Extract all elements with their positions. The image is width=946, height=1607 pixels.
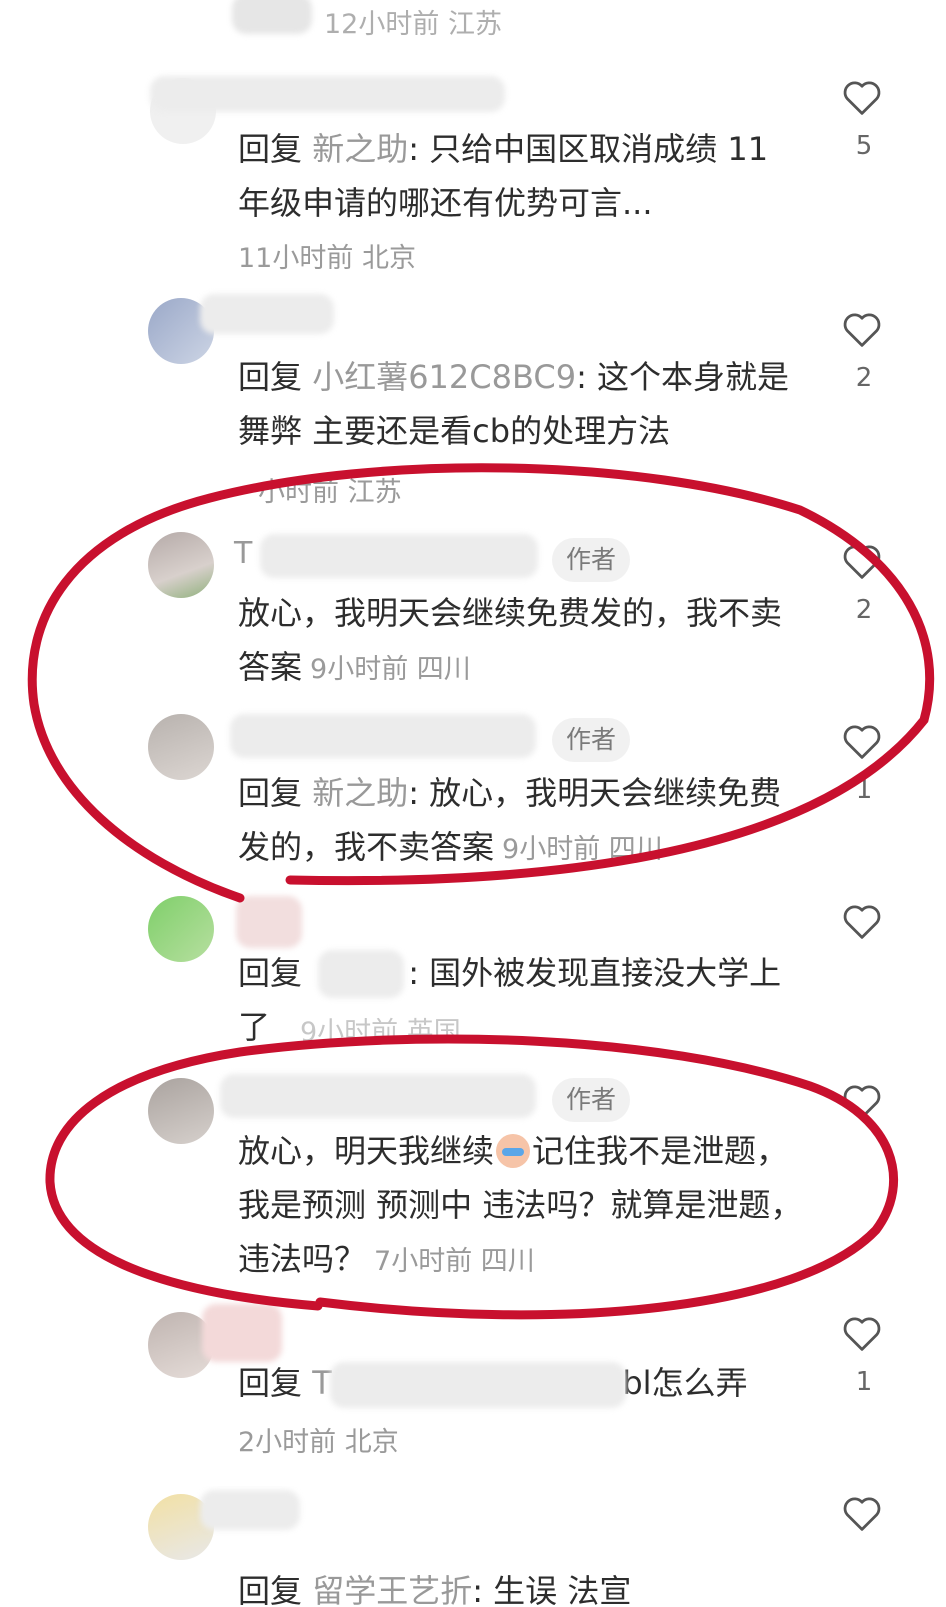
heart-outline-icon[interactable] [841,722,883,760]
comment-body: 回复 新之助: 放心，我明天会继续免费发的，我不卖答案 9小时前 四川 [238,774,782,866]
heart-outline-icon[interactable] [841,310,883,348]
comment-body: 回复 小红薯612C8BC9: 这个本身就是舞弊 主要还是看cb的处理方法 [238,358,790,450]
heart-outline-icon[interactable] [841,1082,883,1120]
comment-item: 回复 : 国外被发现直接没大学上了 9小时前 英国 [0,890,946,1050]
blurred-username [236,896,302,948]
author-badge: 作者 [552,1078,631,1122]
username-fragment[interactable]: T [234,536,252,571]
comment-meta: 12小时前 江苏 [324,9,502,40]
comment-text-part: 放心，明天我继续 [238,1132,495,1170]
heart-outline-icon[interactable] [841,542,883,580]
comment-text: bl怎么弄 [622,1364,748,1402]
blurred-username [200,1490,300,1530]
reply-target-user[interactable]: 新之助 [312,774,408,812]
blurred-username [200,294,334,334]
reply-target-user[interactable]: 留学王艺折 [312,1572,472,1607]
reply-label: 回复 [238,130,303,168]
comment-meta: 9小时前 四川 [310,654,471,685]
reply-target-user[interactable]: 新之助 [312,130,408,168]
comment-meta: 9小时前 英国 [300,1017,461,1048]
comment-item: 回复 T bl怎么弄 2小时前 北京 [0,1304,946,1474]
comment-text: 生误 法宣 [493,1572,632,1607]
like-count: 1 [855,1367,873,1397]
heart-outline-icon[interactable] [841,1494,883,1532]
comment-meta: 11小时前 北京 [238,243,416,274]
heart-outline-icon[interactable] [841,1314,883,1352]
comment-body: 放心，明天我继续 记住我不是泄题，我是预测 预测中 违法吗？就算是泄题，违法吗？ 7… [238,1124,808,1289]
comment-item: T 作者 放心，我明天会继续免费发的，我不卖答案 9小时前 四川 [0,526,946,696]
blurred-username [260,534,538,578]
avatar[interactable] [148,714,214,780]
avatar[interactable] [148,1078,214,1144]
reply-label: 回复 [238,358,303,396]
comment-item: 12小时前 江苏 [0,0,946,40]
blurred-username [150,76,505,112]
blurred-text [232,0,312,34]
comment-meta: 小时前 江苏 [258,477,402,508]
comment-body: 放心，我明天会继续免费发的，我不卖答案 9小时前 四川 [238,586,798,697]
reply-target-user[interactable]: 小红薯612C8BC9 [312,358,576,396]
reply-label: 回复 [238,1572,303,1607]
blurred-username [220,1074,536,1118]
like-count: 2 [855,363,873,393]
blurred-username [202,1304,282,1362]
avatar[interactable] [148,896,214,962]
like-count: 2 [855,595,873,625]
author-badge: 作者 [552,538,631,582]
comment-item: 回复 新之助: 只给中国区取消成绩 11年级申请的哪还有优势可言... 11小时… [0,70,946,280]
comment-meta: 2小时前 北京 [238,1427,399,1458]
blurred-reply-target [330,1362,626,1408]
blurred-reply-target [318,950,404,998]
blurred-username [230,714,536,758]
comment-meta: 7小时前 四川 [374,1246,535,1277]
comment-item: 作者 放心，明天我继续 记住我不是泄题，我是预测 预测中 违法吗？就算是泄题，违法… [0,1066,946,1296]
heart-outline-icon[interactable] [841,78,883,116]
comment-body: 回复 新之助: 只给中国区取消成绩 11年级申请的哪还有优势可言... [238,130,769,222]
comment-meta: 9小时前 四川 [502,834,663,865]
like-count: 5 [855,131,873,161]
heart-outline-icon[interactable] [841,902,883,940]
reply-label: 回复 [238,1364,303,1402]
author-badge: 作者 [552,718,631,762]
comment-item: 作者 回复 新之助: 放心，我明天会继续免费发的，我不卖答案 9小时前 四川 [0,708,946,878]
like-count: 1 [855,775,873,805]
reply-label: 回复 [238,954,303,992]
reply-label: 回复 [238,774,303,812]
comment-item: 回复 留学王艺折: 生误 法宣 [0,1486,946,1607]
avatar[interactable] [148,532,214,598]
crying-face-emoji [496,1134,531,1168]
comment-body: 回复 留学王艺折: 生误 法宣 [238,1564,838,1607]
comment-item: 回复 小红薯612C8BC9: 这个本身就是舞弊 主要还是看cb的处理方法 小时… [0,294,946,508]
